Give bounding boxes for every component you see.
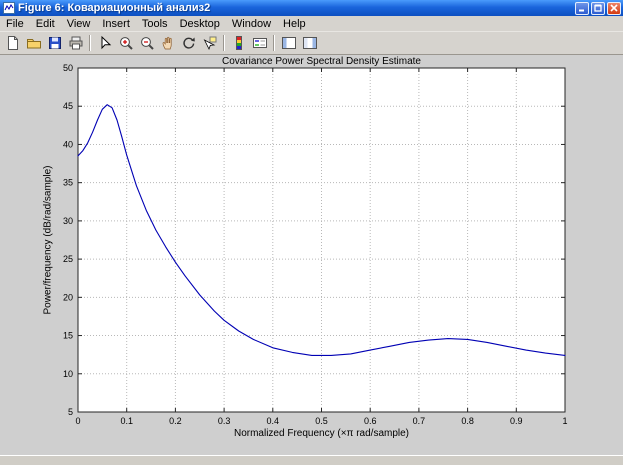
titlebar[interactable]: Figure 6: Ковариационный анализ2 xyxy=(0,0,623,16)
svg-text:0.2: 0.2 xyxy=(169,416,182,426)
menubar: File Edit View Insert Tools Desktop Wind… xyxy=(0,16,623,32)
menu-insert[interactable]: Insert xyxy=(96,16,136,32)
x-axis-label: Normalized Frequency (×π rad/sample) xyxy=(78,428,565,439)
open-folder-icon xyxy=(26,35,42,51)
print-figure-button[interactable] xyxy=(65,33,86,53)
zoom-out-icon xyxy=(139,35,155,51)
show-plot-tools-button[interactable] xyxy=(299,33,320,53)
svg-text:25: 25 xyxy=(63,254,73,264)
rotate-3d-button[interactable] xyxy=(178,33,199,53)
hide-plot-tools-button[interactable] xyxy=(278,33,299,53)
menu-edit[interactable]: Edit xyxy=(30,16,61,32)
window-controls xyxy=(575,2,621,15)
svg-text:1: 1 xyxy=(562,416,567,426)
hide-plot-tools-icon xyxy=(281,35,297,51)
pan-button[interactable] xyxy=(157,33,178,53)
edit-plot-button[interactable] xyxy=(94,33,115,53)
save-floppy-icon xyxy=(47,35,63,51)
y-axis-label: Power/frequency (dB/rad/sample) xyxy=(43,166,54,315)
show-plot-tools-icon xyxy=(302,35,318,51)
legend-icon xyxy=(252,35,268,51)
svg-text:0.8: 0.8 xyxy=(461,416,474,426)
svg-text:0.9: 0.9 xyxy=(510,416,523,426)
colorbar-icon xyxy=(231,35,247,51)
menu-file[interactable]: File xyxy=(0,16,30,32)
chart-title: Covariance Power Spectral Density Estima… xyxy=(78,56,565,67)
figure-canvas: 00.10.20.30.40.50.60.70.80.9151015202530… xyxy=(0,55,623,455)
maximize-button[interactable] xyxy=(591,2,605,15)
svg-text:0.4: 0.4 xyxy=(267,416,280,426)
figure-toolbar xyxy=(0,32,623,55)
save-figure-button[interactable] xyxy=(44,33,65,53)
insert-legend-button[interactable] xyxy=(249,33,270,53)
svg-text:35: 35 xyxy=(63,178,73,188)
svg-text:20: 20 xyxy=(63,292,73,302)
open-file-button[interactable] xyxy=(23,33,44,53)
selection-arrow-icon xyxy=(97,35,113,51)
toolbar-separator xyxy=(273,35,275,51)
svg-text:40: 40 xyxy=(63,139,73,149)
taskbar-strip xyxy=(0,455,623,465)
svg-text:15: 15 xyxy=(63,331,73,341)
svg-text:0.6: 0.6 xyxy=(364,416,377,426)
matlab-figure-window: Figure 6: Ковариационный анализ2 File Ed… xyxy=(0,0,623,465)
minimize-button[interactable] xyxy=(575,2,589,15)
new-figure-button[interactable] xyxy=(2,33,23,53)
toolbar-separator xyxy=(89,35,91,51)
menu-desktop[interactable]: Desktop xyxy=(174,16,226,32)
data-cursor-button[interactable] xyxy=(199,33,220,53)
pan-hand-icon xyxy=(160,35,176,51)
menu-view[interactable]: View xyxy=(61,16,97,32)
psd-plot[interactable]: 00.10.20.30.40.50.60.70.80.9151015202530… xyxy=(0,55,623,455)
menu-tools[interactable]: Tools xyxy=(136,16,174,32)
menu-window[interactable]: Window xyxy=(226,16,277,32)
svg-text:0.1: 0.1 xyxy=(120,416,133,426)
insert-colorbar-button[interactable] xyxy=(228,33,249,53)
close-button[interactable] xyxy=(607,2,621,15)
svg-text:5: 5 xyxy=(68,407,73,417)
new-document-icon xyxy=(5,35,21,51)
svg-text:0.7: 0.7 xyxy=(413,416,426,426)
svg-text:0.5: 0.5 xyxy=(315,416,328,426)
svg-text:0: 0 xyxy=(75,416,80,426)
zoom-out-button[interactable] xyxy=(136,33,157,53)
data-cursor-icon xyxy=(202,35,218,51)
svg-text:50: 50 xyxy=(63,63,73,73)
svg-text:30: 30 xyxy=(63,216,73,226)
svg-text:45: 45 xyxy=(63,101,73,111)
figure-icon xyxy=(3,2,15,14)
rotate-arrow-icon xyxy=(181,35,197,51)
zoom-in-button[interactable] xyxy=(115,33,136,53)
svg-text:10: 10 xyxy=(63,369,73,379)
svg-text:0.3: 0.3 xyxy=(218,416,231,426)
menu-help[interactable]: Help xyxy=(277,16,312,32)
window-title: Figure 6: Ковариационный анализ2 xyxy=(18,0,575,16)
toolbar-separator xyxy=(223,35,225,51)
printer-icon xyxy=(68,35,84,51)
zoom-in-icon xyxy=(118,35,134,51)
